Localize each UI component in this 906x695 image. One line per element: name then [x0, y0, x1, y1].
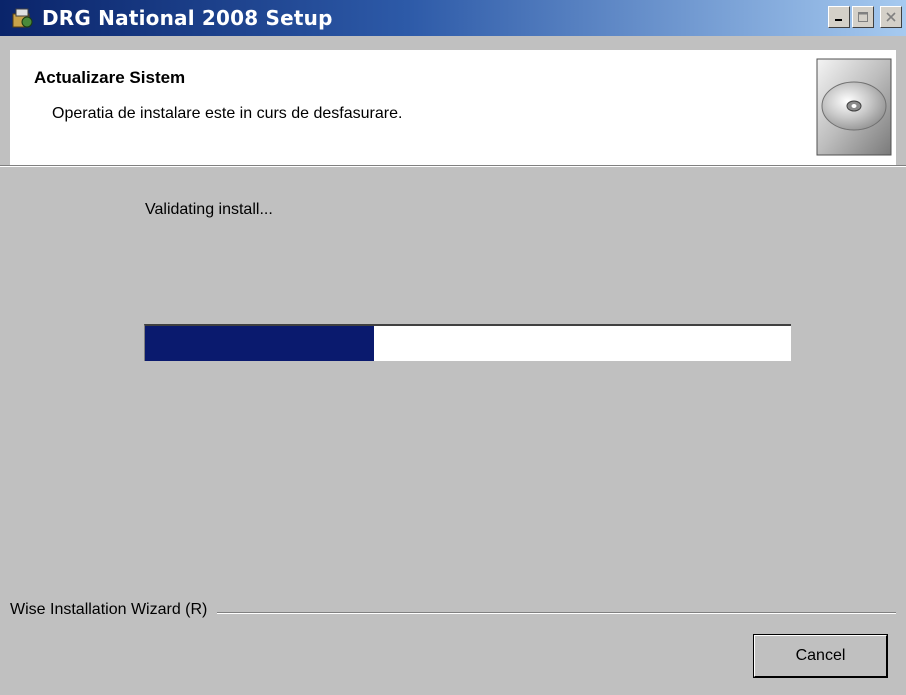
close-icon	[886, 12, 896, 22]
setup-window: DRG National 2008 Setup Actualizare Sist…	[0, 0, 906, 695]
minimize-icon	[835, 19, 842, 21]
setup-app-icon[interactable]	[10, 6, 34, 30]
status-text: Validating install...	[145, 201, 273, 218]
minimize-button[interactable]	[828, 6, 850, 28]
header-separator	[0, 165, 906, 167]
maximize-button[interactable]	[852, 6, 874, 28]
progress-bar	[144, 324, 791, 361]
cancel-button[interactable]: Cancel	[753, 634, 888, 678]
window-title: DRG National 2008 Setup	[42, 6, 333, 30]
cd-disc-icon	[816, 58, 892, 156]
header-panel: Actualizare Sistem Operatia de instalare…	[10, 50, 896, 165]
header-title: Actualizare Sistem	[34, 68, 186, 87]
wizard-label: Wise Installation Wizard (R)	[10, 601, 218, 619]
title-bar[interactable]: DRG National 2008 Setup	[0, 0, 906, 36]
title-buttons	[828, 6, 902, 28]
header-subtitle: Operatia de instalare este in curs de de…	[52, 105, 403, 122]
close-button[interactable]	[880, 6, 902, 28]
maximize-icon	[858, 12, 868, 22]
progress-fill	[145, 326, 375, 361]
